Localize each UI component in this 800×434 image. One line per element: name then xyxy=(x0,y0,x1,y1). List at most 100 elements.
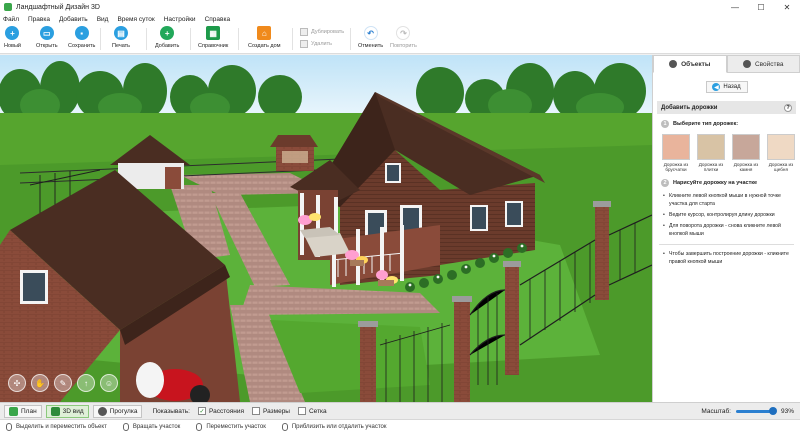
view-bar: План 3D вид Прогулка Показывать: ✓ Расст… xyxy=(0,402,800,419)
menu-file[interactable]: Файл xyxy=(3,16,19,23)
step-2-label: Нарисуйте дорожку на участке xyxy=(673,179,758,186)
menu-help[interactable]: Справка xyxy=(205,16,231,23)
add-button[interactable]: + Добавить xyxy=(155,26,179,54)
person-view-icon[interactable]: ☺ xyxy=(100,374,118,392)
scene-tools: ✣ ✋ ✎ ↑ ☺ xyxy=(8,374,123,392)
book-icon: ▦ xyxy=(206,26,221,40)
window-title: Ландшафтный Дизайн 3D xyxy=(16,3,100,11)
build-house-button[interactable]: ⌂ Создать дом xyxy=(248,26,280,54)
duplicate-button[interactable]: Дублировать xyxy=(300,28,344,36)
save-label: Сохранить xyxy=(68,43,96,49)
step-1-label: Выберите тип дорожек: xyxy=(673,121,739,127)
menu-settings[interactable]: Настройки xyxy=(164,16,196,23)
hint-select: Выделить и переместить объект xyxy=(6,423,107,431)
section-title: Добавить дорожки xyxy=(661,104,718,111)
new-button[interactable]: + Новый xyxy=(4,26,21,54)
path-swatch xyxy=(732,134,760,160)
reference-button[interactable]: ▦ Справочник xyxy=(198,26,228,54)
redo-label: Повторить xyxy=(390,43,417,49)
duplicate-label: Дублировать xyxy=(311,29,345,35)
tab-properties-label: Свойства xyxy=(754,60,784,68)
window-controls: — ☐ ✕ xyxy=(722,0,800,14)
plus-icon: + xyxy=(160,26,175,40)
menu-edit[interactable]: Правка xyxy=(28,16,50,23)
tab-objects-label: Объекты xyxy=(681,60,711,68)
reference-label: Справочник xyxy=(198,43,229,49)
hint-move: Переместить участок xyxy=(196,423,266,431)
checkbox-icon xyxy=(251,407,260,415)
3d-view-button[interactable]: 3D вид xyxy=(45,404,89,418)
path-label: Дорожка из плитки xyxy=(698,162,724,173)
path-swatch xyxy=(662,134,690,160)
toolbar: + Новый ▭ Открыть ▪ Сохранить ▤ Печать +… xyxy=(0,24,800,54)
slider-handle[interactable] xyxy=(769,406,778,415)
scale-slider[interactable] xyxy=(735,406,778,415)
tab-properties[interactable]: Свойства xyxy=(726,55,800,73)
step-1: 1 Выберите тип дорожек: xyxy=(661,120,796,128)
tab-objects[interactable]: Объекты xyxy=(653,55,727,73)
title-bar: Ландшафтный Дизайн 3D — ☐ ✕ xyxy=(0,0,800,14)
distances-checkbox[interactable]: ✓ Расстояния xyxy=(197,407,244,415)
delete-icon xyxy=(300,40,308,48)
instruction-list: Кликните левой кнопкой мыши в нужной точ… xyxy=(663,192,794,238)
path-type-paving[interactable]: Дорожка из брусчатки xyxy=(661,134,691,173)
gear-icon xyxy=(742,60,751,68)
help-icon[interactable]: ? xyxy=(784,103,792,112)
scale-value: 93% xyxy=(780,407,794,415)
house-icon: ⌂ xyxy=(257,26,272,40)
path-type-stone[interactable]: Дорожка из камня xyxy=(731,134,761,173)
grid-checkbox[interactable]: Сетка xyxy=(297,407,327,415)
sizes-checkbox[interactable]: Размеры xyxy=(251,407,290,415)
menu-time-of-day[interactable]: Время суток xyxy=(117,16,154,23)
back-button[interactable]: ◀ Назад xyxy=(705,81,748,93)
show-label: Показывать: xyxy=(152,407,190,415)
ruler-icon[interactable]: ✎ xyxy=(54,374,72,392)
path-swatch xyxy=(697,134,725,160)
redo-button[interactable]: ↷ Повторить xyxy=(390,26,417,54)
scale-control: Масштаб: 93% xyxy=(701,406,794,415)
undo-button[interactable]: ↶ Отменить xyxy=(358,26,383,54)
menu-bar: Файл Правка Добавить Вид Время суток Нас… xyxy=(0,14,800,24)
path-type-gravel[interactable]: Дорожка из щебня xyxy=(766,134,796,173)
close-button[interactable]: ✕ xyxy=(774,0,800,14)
menu-view[interactable]: Вид xyxy=(97,16,109,23)
panel-tabs: Объекты Свойства xyxy=(653,55,800,73)
arrow-left-icon: ◀ xyxy=(712,83,721,91)
undo-icon: ↶ xyxy=(363,26,378,40)
hint-move-label: Переместить участок xyxy=(206,424,266,430)
3d-view-label: 3D вид xyxy=(62,407,84,415)
print-button[interactable]: ▤ Печать xyxy=(112,26,130,54)
hand-pan-icon[interactable]: ✋ xyxy=(31,374,49,392)
walk-view-button[interactable]: Прогулка xyxy=(92,404,143,418)
cube-icon xyxy=(50,406,60,416)
delete-button[interactable]: Удалить xyxy=(300,40,332,48)
camera-up-icon[interactable]: ↑ xyxy=(77,374,95,392)
save-button[interactable]: ▪ Сохранить xyxy=(68,26,95,54)
new-label: Новый xyxy=(4,43,21,49)
back-label: Назад xyxy=(723,84,741,90)
properties-panel: Объекты Свойства ◀ Назад Добавить дорожк… xyxy=(652,55,800,402)
minimize-button[interactable]: — xyxy=(722,0,748,14)
add-label: Добавить xyxy=(155,43,180,49)
plan-view-button[interactable]: План xyxy=(4,404,42,418)
printer-icon: ▤ xyxy=(114,26,129,40)
folder-icon: ▭ xyxy=(39,26,54,40)
path-type-tile[interactable]: Дорожка из плитки xyxy=(696,134,726,173)
hint-select-label: Выделить и переместить объект xyxy=(16,424,107,430)
scale-label: Масштаб: xyxy=(701,407,731,415)
step-2-number: 2 xyxy=(661,178,669,187)
rotate-scene-icon[interactable]: ✣ xyxy=(8,374,26,392)
objects-icon xyxy=(669,60,678,68)
grid-label: Сетка xyxy=(308,407,327,415)
maximize-button[interactable]: ☐ xyxy=(748,0,774,14)
walk-label: Прогулка xyxy=(109,407,138,415)
new-file-icon: + xyxy=(5,26,20,40)
step-2: 2 Нарисуйте дорожку на участке xyxy=(661,178,796,187)
3d-viewport[interactable]: ✣ ✋ ✎ ↑ ☺ xyxy=(0,55,652,402)
duplicate-icon xyxy=(300,28,308,36)
mouse-middle-icon xyxy=(196,423,203,431)
menu-add[interactable]: Добавить xyxy=(59,16,88,23)
open-button[interactable]: ▭ Открыть xyxy=(36,26,58,54)
hint-zoom-label: Приблизить или отдалить участок xyxy=(291,424,387,430)
instruction-item: Кликните левой кнопкой мыши в нужной точ… xyxy=(663,192,794,208)
